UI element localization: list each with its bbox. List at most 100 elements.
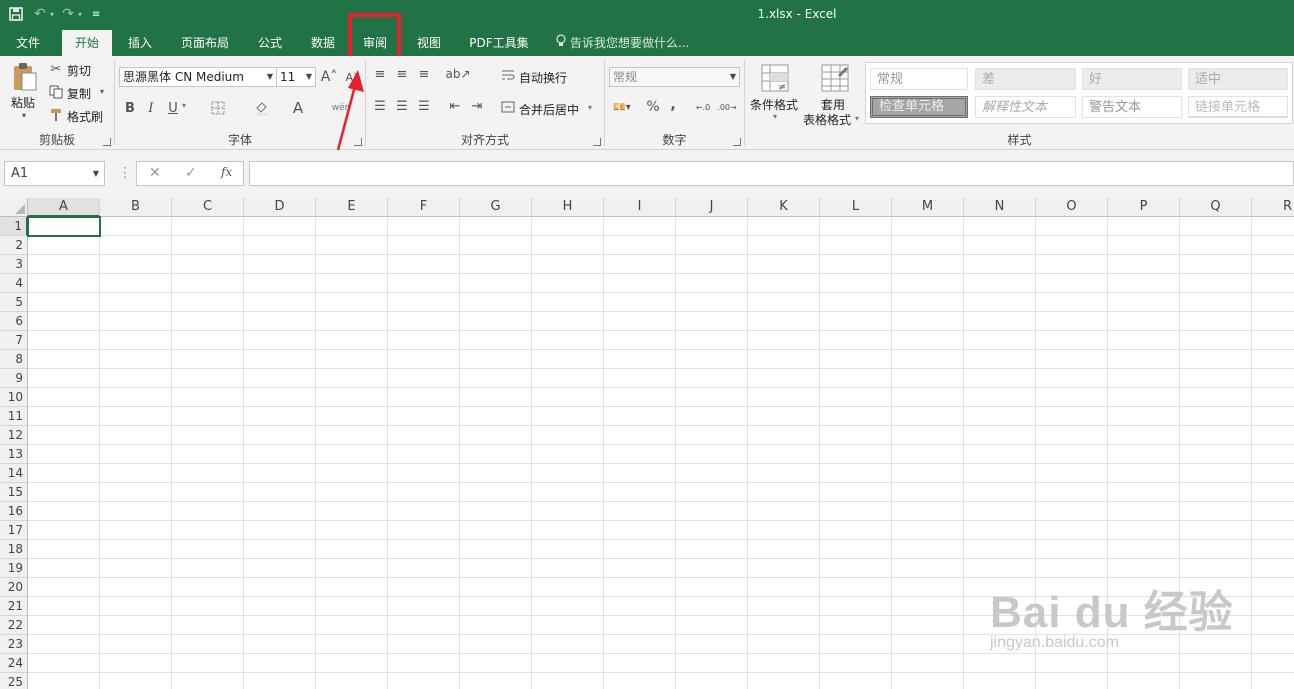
- column-header[interactable]: A: [28, 198, 100, 217]
- column-header[interactable]: E: [316, 198, 388, 217]
- tab-data[interactable]: 数据: [298, 30, 348, 56]
- active-cell-a1[interactable]: [27, 216, 101, 237]
- percent-icon[interactable]: %: [645, 98, 661, 116]
- tab-insert[interactable]: 插入: [116, 30, 164, 56]
- row-header[interactable]: 23: [0, 635, 28, 654]
- cancel-icon[interactable]: ✕: [149, 165, 161, 181]
- row-header[interactable]: 14: [0, 464, 28, 483]
- row-header[interactable]: 19: [0, 559, 28, 578]
- tab-file[interactable]: 文件: [0, 30, 56, 56]
- row-header[interactable]: 9: [0, 369, 28, 388]
- formula-input[interactable]: [249, 161, 1294, 186]
- tab-view[interactable]: 视图: [405, 30, 453, 56]
- copy-icon[interactable]: [48, 84, 64, 100]
- style-good[interactable]: 好: [1082, 68, 1182, 90]
- tab-formulas[interactable]: 公式: [246, 30, 294, 56]
- column-header[interactable]: D: [244, 198, 316, 217]
- comma-icon[interactable]: ,: [667, 96, 679, 114]
- row-header[interactable]: 13: [0, 445, 28, 464]
- align-middle-icon[interactable]: ≡: [394, 66, 410, 82]
- align-right-icon[interactable]: ☰: [416, 98, 432, 114]
- column-header[interactable]: I: [604, 198, 676, 217]
- wrap-text-label[interactable]: 自动换行: [519, 69, 567, 86]
- format-as-table-icon[interactable]: [819, 62, 851, 94]
- merge-center-label[interactable]: 合并后居中: [519, 101, 579, 118]
- fill-color-icon[interactable]: [253, 98, 271, 118]
- currency-icon[interactable]: 💴▾: [611, 98, 633, 116]
- row-header[interactable]: 18: [0, 540, 28, 559]
- paste-label[interactable]: 粘贴: [11, 94, 35, 111]
- row-header[interactable]: 16: [0, 502, 28, 521]
- alignment-launcher-icon[interactable]: [593, 138, 601, 146]
- tell-me-search[interactable]: 告诉我您想要做什么...: [556, 30, 689, 56]
- conditional-dropdown-icon[interactable]: ▾: [773, 112, 777, 121]
- column-header[interactable]: B: [100, 198, 172, 217]
- row-header[interactable]: 22: [0, 616, 28, 635]
- column-header[interactable]: H: [532, 198, 604, 217]
- column-header[interactable]: M: [892, 198, 964, 217]
- merge-dropdown-icon[interactable]: ▾: [588, 103, 592, 112]
- style-explanatory[interactable]: 解释性文本: [975, 96, 1076, 118]
- row-header[interactable]: 3: [0, 255, 28, 274]
- row-header[interactable]: 8: [0, 350, 28, 369]
- conditional-format-label[interactable]: 条件格式: [750, 96, 798, 113]
- row-header[interactable]: 11: [0, 407, 28, 426]
- style-warning[interactable]: 警告文本: [1082, 96, 1182, 118]
- row-header[interactable]: 6: [0, 312, 28, 331]
- row-header[interactable]: 15: [0, 483, 28, 502]
- style-neutral[interactable]: 适中: [1188, 68, 1288, 90]
- copy-label[interactable]: 复制: [67, 85, 91, 102]
- name-box[interactable]: A1 ▼: [4, 161, 105, 186]
- format-as-table-label-2[interactable]: 表格格式: [803, 111, 851, 128]
- copy-dropdown-icon[interactable]: ▾: [100, 87, 104, 96]
- chevron-down-icon[interactable]: ▼: [93, 162, 99, 185]
- row-header[interactable]: 25: [0, 673, 28, 689]
- column-header[interactable]: J: [676, 198, 748, 217]
- clipboard-launcher-icon[interactable]: [103, 138, 111, 146]
- column-header[interactable]: L: [820, 198, 892, 217]
- orientation-icon[interactable]: ab↗: [445, 66, 470, 82]
- row-header[interactable]: 12: [0, 426, 28, 445]
- decrease-decimal-icon[interactable]: .00→: [717, 98, 737, 116]
- increase-decimal-icon[interactable]: ←.0: [693, 98, 713, 116]
- column-header[interactable]: P: [1108, 198, 1180, 217]
- bold-icon[interactable]: B: [122, 98, 138, 118]
- row-header[interactable]: 17: [0, 521, 28, 540]
- column-header[interactable]: R: [1252, 198, 1294, 217]
- font-name-select[interactable]: 思源黑体 CN Medium ▼: [119, 67, 277, 87]
- row-header[interactable]: 20: [0, 578, 28, 597]
- cut-icon[interactable]: ✂: [48, 61, 64, 77]
- row-header[interactable]: 21: [0, 597, 28, 616]
- align-center-icon[interactable]: ☰: [394, 98, 410, 114]
- row-header[interactable]: 10: [0, 388, 28, 407]
- style-check-cell[interactable]: 检查单元格: [870, 96, 968, 118]
- formula-bar-grip-icon[interactable]: ⋮: [118, 165, 132, 181]
- select-all-button[interactable]: [0, 198, 28, 217]
- column-header[interactable]: K: [748, 198, 820, 217]
- format-painter-label[interactable]: 格式刷: [67, 108, 103, 125]
- paste-icon[interactable]: [10, 62, 40, 92]
- style-bad[interactable]: 差: [975, 68, 1076, 90]
- column-header[interactable]: N: [964, 198, 1036, 217]
- border-icon[interactable]: [209, 98, 227, 118]
- row-header[interactable]: 24: [0, 654, 28, 673]
- number-format-select[interactable]: 常规 ▼: [609, 67, 740, 87]
- underline-icon[interactable]: U: [165, 98, 181, 118]
- format-as-table-dropdown-icon[interactable]: ▾: [855, 114, 859, 123]
- insert-function-icon[interactable]: fx: [221, 165, 232, 179]
- row-header[interactable]: 7: [0, 331, 28, 350]
- column-header[interactable]: G: [460, 198, 532, 217]
- tab-home[interactable]: 开始: [62, 30, 112, 56]
- row-header[interactable]: 5: [0, 293, 28, 312]
- wrap-text-icon[interactable]: [500, 67, 516, 83]
- column-header[interactable]: Q: [1180, 198, 1252, 217]
- row-header[interactable]: 4: [0, 274, 28, 293]
- conditional-format-icon[interactable]: ≠: [759, 62, 791, 94]
- row-header[interactable]: 2: [0, 236, 28, 255]
- increase-indent-icon[interactable]: ⇥: [468, 98, 486, 114]
- paste-dropdown-icon[interactable]: ▾: [22, 111, 26, 120]
- style-linked-cell[interactable]: 链接单元格: [1188, 96, 1288, 118]
- tab-page-layout[interactable]: 页面布局: [168, 30, 242, 56]
- italic-icon[interactable]: I: [143, 98, 159, 118]
- column-header[interactable]: O: [1036, 198, 1108, 217]
